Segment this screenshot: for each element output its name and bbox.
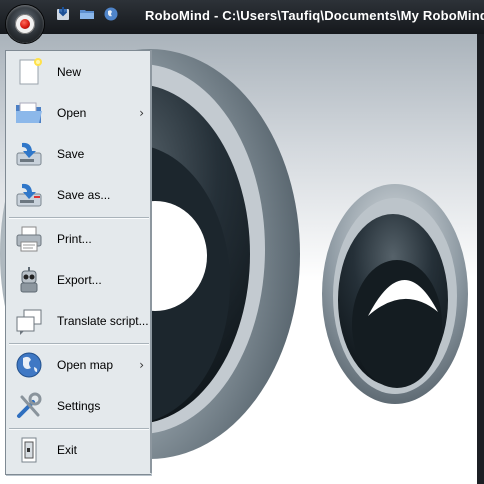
menu-item-save[interactable]: Save — [7, 134, 150, 174]
menu-item-label: Save — [57, 147, 85, 161]
menu-item-label: New — [57, 65, 82, 79]
quick-open-button[interactable] — [78, 7, 96, 25]
menu-item-settings[interactable]: Settings — [7, 386, 150, 426]
menu-item-open[interactable]: Open › — [7, 93, 150, 133]
globe-icon — [103, 6, 119, 27]
menu-item-label: Print... — [57, 232, 92, 246]
menu-item-print[interactable]: Print... — [7, 219, 150, 259]
menu-item-translate-script[interactable]: Translate script... — [7, 301, 150, 341]
quick-save-button[interactable] — [54, 6, 72, 27]
title-bar: RoboMind - C:\Users\Taufiq\Documents\My … — [0, 0, 484, 35]
open-folder-icon — [13, 97, 45, 129]
menu-item-label: Translate script... — [57, 314, 149, 328]
menu-item-save-as[interactable]: Save as... — [7, 175, 150, 215]
application-menu: New Open › Save Save as... Print... Expo — [5, 50, 151, 475]
translate-script-icon — [13, 305, 45, 337]
menu-item-label: Export... — [57, 273, 102, 287]
menu-item-label: Open map — [57, 358, 114, 372]
chevron-right-icon: › — [139, 358, 144, 372]
menu-item-label: Save as... — [57, 188, 111, 202]
settings-tools-icon — [13, 390, 45, 422]
menu-item-new[interactable]: New — [7, 52, 150, 92]
robot-export-icon — [13, 264, 45, 296]
menu-edge — [150, 50, 152, 473]
quick-access-toolbar — [54, 6, 120, 27]
menu-item-open-map[interactable]: Open map › — [7, 345, 150, 385]
printer-icon — [13, 223, 45, 255]
save-icon — [55, 6, 71, 27]
globe-map-icon — [13, 349, 45, 381]
save-icon — [13, 138, 45, 170]
open-folder-icon — [79, 6, 95, 27]
new-file-icon — [13, 56, 45, 88]
exit-door-icon — [13, 434, 45, 466]
menu-item-label: Exit — [57, 443, 78, 457]
application-menu-button[interactable] — [6, 5, 44, 43]
save-as-icon — [13, 179, 45, 211]
window-title: RoboMind - C:\Users\Taufiq\Documents\My … — [145, 8, 484, 23]
window-border-right — [477, 34, 484, 484]
chevron-right-icon: › — [139, 106, 144, 120]
quick-map-button[interactable] — [102, 7, 120, 25]
robot-eye-icon — [15, 14, 35, 34]
menu-item-export[interactable]: Export... — [7, 260, 150, 300]
menu-item-label: Open — [57, 106, 87, 120]
menu-item-exit[interactable]: Exit — [7, 430, 150, 470]
menu-item-label: Settings — [57, 399, 101, 413]
